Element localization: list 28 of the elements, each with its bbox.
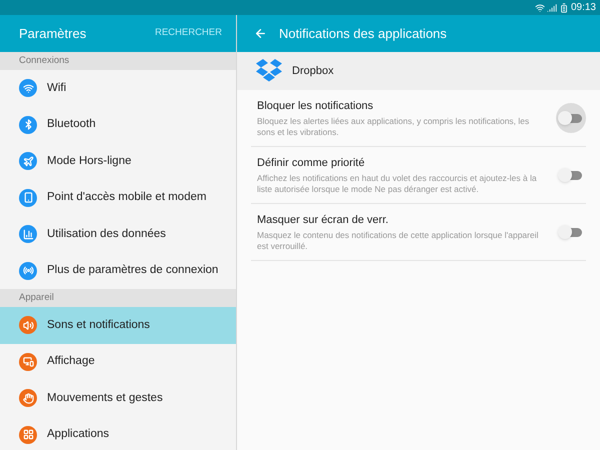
wifi-signal-icon [534,2,545,12]
detail-title: Notifications des applications [279,24,447,43]
clock: 09:13 [570,1,596,15]
sidebar-item[interactable]: Bluetooth [0,106,236,143]
section-header: Appareil [0,289,236,307]
sidebar-item[interactable]: Mode Hors-ligne [0,143,236,180]
setting-description: Bloquez les alertes liées aux applications, y compris les notifications, les sons et les vibrations. [257,116,530,138]
cell-signal-icon [546,2,557,12]
setting-title: Masquer sur écran de verr. [257,212,390,228]
setting-description: Masquez le contenu des notifications de cette application lorsque l'appareil est verrouillé. [257,230,540,252]
sidebar-item[interactable]: Wifi [0,70,236,106]
toggle-switch[interactable] [556,103,586,133]
open-box-logo-icon [256,59,282,83]
sidebar-item[interactable]: Mouvements et gestes [0,380,236,416]
sidebar-title: Paramètres [19,24,86,43]
sidebar-item[interactable]: Affichage [0,344,236,380]
sidebar-item[interactable]: Applications [0,416,236,450]
sidebar-item[interactable]: Point d'accès mobile et modem [0,180,236,216]
sidebar-item[interactable]: Plus de paramètres de connexion [0,252,236,289]
setting-title: Définir comme priorité [257,156,366,171]
sidebar-item[interactable]: Sons et notifications [0,307,236,344]
back-icon[interactable] [254,27,267,40]
app-name: Dropbox [292,64,334,79]
setting-title: Bloquer les notifications [257,98,374,114]
sidebar-item[interactable]: Utilisation des données [0,216,236,252]
setting-description: Affichez les notifications en haut du volet des raccourcis et ajoutez-les à la liste autorisée lorsque le mode Ne pas déranger est activé. [257,173,538,196]
section-header: Connexions [0,52,236,70]
battery-icon [558,2,569,12]
